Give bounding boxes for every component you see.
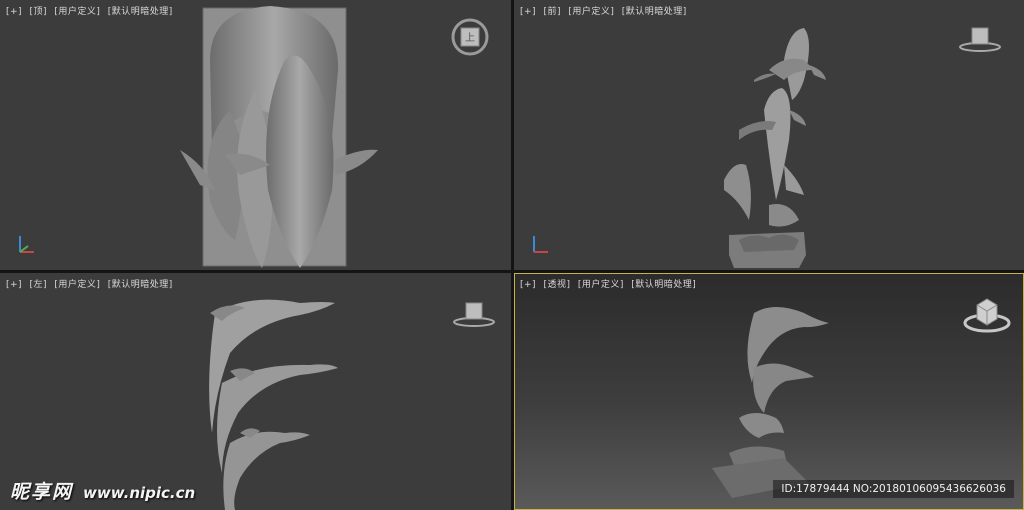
viewport-label-left: [+] [左] [用户定义] [默认明暗处理] xyxy=(6,277,177,290)
axis-tripod-icon xyxy=(533,236,548,253)
viewport-shading-mode[interactable]: [默认明暗处理] xyxy=(108,7,173,17)
viewcube-compass[interactable]: 上 xyxy=(449,16,491,58)
viewport-menu-plus[interactable]: [+] xyxy=(6,7,22,17)
dolphin-model-front-view xyxy=(724,28,826,268)
axis-tripod-icon xyxy=(19,236,34,253)
viewcube-front[interactable] xyxy=(958,22,1002,54)
viewport-camera-mode[interactable]: [用户定义] xyxy=(568,7,614,17)
viewport-label-top: [+] [顶] [用户定义] [默认明暗处理] xyxy=(6,4,177,17)
viewport-front[interactable]: [+] [前] [用户定义] [默认明暗处理] xyxy=(514,0,1024,270)
viewcube-3d-icon xyxy=(963,298,1011,333)
viewport-perspective[interactable]: [+] [透视] [用户定义] [默认明暗处理] ID:17879444 NO:… xyxy=(514,273,1024,510)
viewcube-ring-icon: 上 xyxy=(451,18,489,56)
viewport-label-front: [+] [前] [用户定义] [默认明暗处理] xyxy=(520,4,691,17)
viewport-view-name[interactable]: [左] xyxy=(29,280,47,290)
viewcube-icon xyxy=(959,27,1001,52)
viewport-top[interactable]: 上 [+] [顶] [用户定义] [默认明暗处理] xyxy=(0,0,511,270)
viewport-left[interactable]: [+] [左] [用户定义] [默认明暗处理] 昵享网 www.nipic.cn xyxy=(0,273,511,510)
viewport-shading-mode[interactable]: [默认明暗处理] xyxy=(622,7,687,17)
dolphin-model-perspective-view xyxy=(712,307,829,498)
viewcube-icon xyxy=(453,302,495,327)
viewport-menu-plus[interactable]: [+] xyxy=(520,280,536,290)
viewport-label-perspective: [+] [透视] [用户定义] [默认明暗处理] xyxy=(520,277,700,290)
viewcube-perspective[interactable] xyxy=(962,293,1012,335)
watermark-brand: 昵享网 xyxy=(10,481,74,503)
viewport-view-name[interactable]: [前] xyxy=(543,7,561,17)
viewcube-left[interactable] xyxy=(452,297,496,329)
viewport-view-name[interactable]: [顶] xyxy=(29,7,47,17)
image-id-stamp: ID:17879444 NO:20180106095436626036 xyxy=(773,480,1014,498)
site-watermark: 昵享网 www.nipic.cn xyxy=(10,477,195,504)
viewport-shading-mode[interactable]: [默认明暗处理] xyxy=(108,280,173,290)
viewport-camera-mode[interactable]: [用户定义] xyxy=(54,7,100,17)
watermark-url: www.nipic.cn xyxy=(83,484,196,502)
viewport-shading-mode[interactable]: [默认明暗处理] xyxy=(631,280,696,290)
dolphin-model-left-view xyxy=(209,299,338,510)
viewport-camera-mode[interactable]: [用户定义] xyxy=(54,280,100,290)
viewport-view-name[interactable]: [透视] xyxy=(543,280,570,290)
viewport-camera-mode[interactable]: [用户定义] xyxy=(578,280,624,290)
dolphin-model-top-view xyxy=(180,6,378,268)
svg-text:上: 上 xyxy=(465,32,475,44)
viewport-menu-plus[interactable]: [+] xyxy=(520,7,536,17)
viewport-menu-plus[interactable]: [+] xyxy=(6,280,22,290)
